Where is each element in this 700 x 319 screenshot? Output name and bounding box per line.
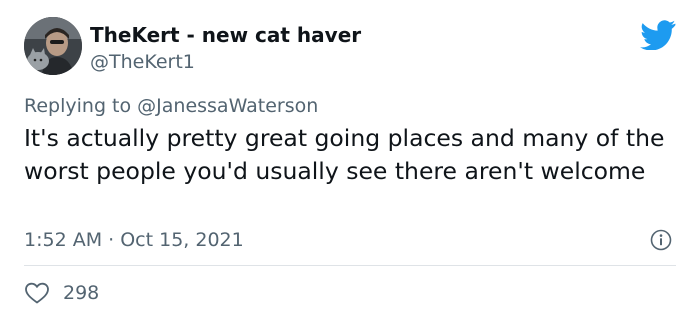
author-handle[interactable]: @TheKert1	[90, 50, 195, 74]
like-count: 298	[63, 282, 100, 304]
avatar[interactable]	[24, 17, 82, 75]
tweet-card: TheKert - new cat haver @TheKert1 Replyi…	[0, 0, 700, 319]
reply-mention-link[interactable]: @JanessaWaterson	[137, 95, 318, 117]
divider	[24, 265, 676, 266]
twitter-bird-icon[interactable]	[640, 20, 676, 50]
avatar-photo	[24, 17, 82, 75]
tweet-text: It's actually pretty great going places …	[24, 124, 665, 185]
tweet-timestamp[interactable]: 1:52 AM · Oct 15, 2021	[24, 228, 244, 252]
info-icon[interactable]	[650, 229, 672, 251]
replying-to: Replying to @JanessaWaterson	[24, 94, 318, 118]
author-display-name[interactable]: TheKert - new cat haver	[90, 22, 361, 48]
replying-to-label: Replying to	[24, 95, 138, 117]
heart-outline-icon[interactable]	[24, 281, 50, 305]
